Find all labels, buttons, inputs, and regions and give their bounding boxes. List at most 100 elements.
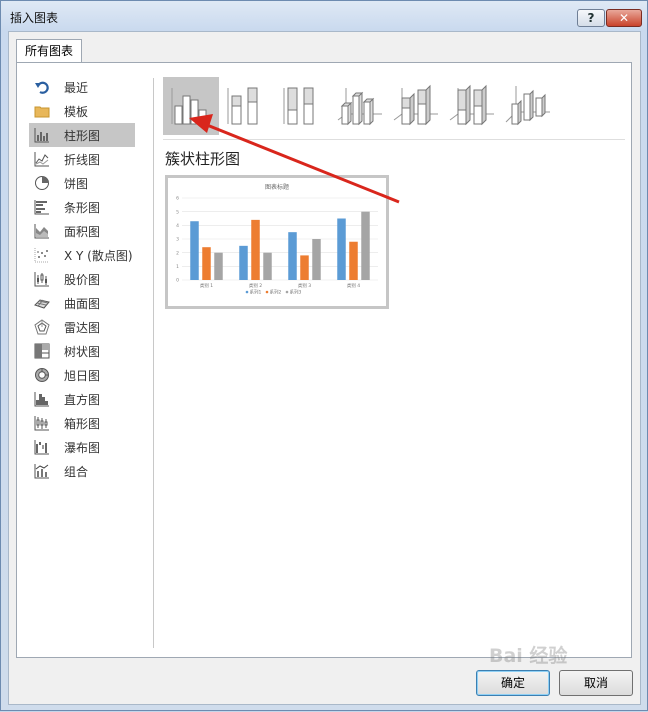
sidebar-item-label: 旭日图	[64, 368, 101, 383]
3d-column-icon	[505, 86, 550, 126]
column-chart-icon	[34, 127, 50, 143]
sidebar-item-label: 组合	[64, 464, 89, 479]
sidebar-item-label: 雷达图	[64, 320, 101, 335]
line-chart-icon	[34, 151, 50, 167]
bar	[190, 221, 199, 280]
close-button[interactable]: ✕	[606, 9, 642, 27]
insert-chart-dialog: 插入图表 ? ✕ 所有图表 最近模板柱形图折线图饼图条形图面积图 X Y (散点图…	[0, 0, 648, 711]
selected-chart-name: 簇状柱形图	[165, 150, 241, 168]
sidebar-item-box-whisker-chart[interactable]: 箱形图	[29, 411, 135, 435]
tab-all-charts[interactable]: 所有图表	[16, 39, 82, 63]
subtype-clustered-column[interactable]	[163, 77, 219, 135]
chart-title: 图表标题	[265, 183, 289, 191]
title-bar: 插入图表 ? ✕	[1, 1, 647, 31]
legend-label: 系列3	[290, 289, 302, 296]
y-tick-label: 5	[176, 209, 179, 215]
sidebar-item-folder[interactable]: 模板	[29, 99, 135, 123]
sidebar-item-area-chart[interactable]: 面积图	[29, 219, 135, 243]
bar	[312, 239, 321, 280]
sidebar-item-treemap-chart[interactable]: 树状图	[29, 339, 135, 363]
sidebar-item-sunburst-chart[interactable]: 旭日图	[29, 363, 135, 387]
bar	[263, 252, 272, 280]
stock-chart-icon	[34, 271, 50, 287]
treemap-chart-icon	[34, 343, 50, 359]
y-tick-label: 2	[176, 250, 179, 256]
sidebar-item-label: X Y (散点图)	[64, 248, 133, 263]
waterfall-chart-icon	[34, 439, 50, 455]
subtype-3d-100-stacked-column[interactable]	[443, 77, 499, 135]
folder-icon	[34, 103, 50, 119]
sidebar-item-surface-chart[interactable]: 曲面图	[29, 291, 135, 315]
clustered-column-icon	[171, 88, 207, 125]
legend-label: 系列2	[270, 289, 282, 296]
sidebar-item-pie-chart[interactable]: 饼图	[29, 171, 135, 195]
sidebar-item-label: 饼图	[64, 176, 89, 191]
y-tick-label: 1	[176, 264, 179, 270]
x-tick-label: 类别 4	[347, 282, 360, 289]
sidebar-item-label: 最近	[64, 80, 89, 95]
y-tick-label: 6	[176, 196, 179, 202]
x-tick-label: 类别 3	[298, 282, 311, 289]
sunburst-chart-icon	[34, 367, 50, 383]
chart-preview[interactable]: 图表标题 0 1 2 3 4 5 6 类别 1 类别 2 类别 3 类别 4 系列1 系列2 系列3	[165, 175, 389, 309]
3d-clustered-column-icon	[337, 88, 382, 126]
subtype-3d-column[interactable]	[499, 77, 555, 135]
subtype-3d-clustered-column[interactable]	[331, 77, 387, 135]
cancel-button[interactable]: 取消	[559, 670, 633, 696]
bar	[288, 232, 297, 280]
bar	[349, 241, 358, 280]
dialog-client-area: 所有图表 最近模板柱形图折线图饼图条形图面积图 X Y (散点图) 股价图曲面图雷达…	[8, 31, 641, 705]
undo-arrow-icon	[34, 79, 50, 95]
box-whisker-chart-icon	[34, 415, 50, 431]
sidebar-item-label: 柱形图	[64, 128, 101, 143]
subtype-stacked-column[interactable]	[219, 77, 275, 135]
legend-marker	[265, 290, 269, 294]
chart-preview-svg: 图表标题 0 1 2 3 4 5 6 类别 1 类别 2 类别 3 类别 4 系列1 系列2 系列3	[176, 183, 378, 296]
dialog-title: 插入图表	[10, 11, 59, 25]
sidebar-item-radar-chart[interactable]: 雷达图	[29, 315, 135, 339]
bar	[202, 247, 211, 280]
horizontal-divider	[163, 139, 625, 140]
chart-category-list: 最近模板柱形图折线图饼图条形图面积图 X Y (散点图) 股价图曲面图雷达图树状图旭…	[29, 75, 141, 483]
sidebar-item-scatter-chart[interactable]: X Y (散点图)	[29, 243, 135, 267]
legend-marker	[245, 290, 249, 294]
y-tick-label: 0	[176, 278, 179, 284]
sidebar-item-label: 股价图	[64, 272, 101, 287]
100-stacked-column-icon	[283, 87, 314, 125]
bar	[239, 245, 248, 280]
sidebar-item-label: 面积图	[64, 224, 101, 239]
legend-marker	[285, 290, 289, 294]
sidebar-item-undo-arrow[interactable]: 最近	[29, 75, 135, 99]
sidebar-item-histogram-chart[interactable]: 直方图	[29, 387, 135, 411]
y-tick-label: 3	[176, 237, 179, 243]
area-chart-icon	[34, 223, 50, 239]
bar	[361, 211, 370, 280]
bar	[300, 255, 309, 280]
radar-chart-icon	[34, 319, 50, 335]
histogram-chart-icon	[34, 391, 50, 407]
help-button[interactable]: ?	[577, 9, 605, 27]
bar	[337, 218, 346, 280]
surface-chart-icon	[34, 295, 50, 311]
sidebar-item-column-chart[interactable]: 柱形图	[29, 123, 135, 147]
x-tick-label: 类别 1	[200, 282, 213, 289]
ok-button[interactable]: 确定	[476, 670, 550, 696]
bar-chart-icon	[34, 199, 50, 215]
pie-chart-icon	[34, 175, 50, 191]
tab-panel: 最近模板柱形图折线图饼图条形图面积图 X Y (散点图) 股价图曲面图雷达图树状图旭…	[16, 62, 632, 658]
vertical-divider	[153, 78, 154, 648]
sidebar-item-combo-chart[interactable]: 组合	[29, 459, 135, 483]
sidebar-item-waterfall-chart[interactable]: 瀑布图	[29, 435, 135, 459]
sidebar-item-stock-chart[interactable]: 股价图	[29, 267, 135, 291]
sidebar-item-line-chart[interactable]: 折线图	[29, 147, 135, 171]
sidebar-item-label: 直方图	[64, 392, 101, 407]
bar	[214, 252, 223, 280]
combo-chart-icon	[34, 463, 50, 479]
3d-stacked-column-icon	[393, 84, 438, 126]
subtype-100-stacked-column[interactable]	[275, 77, 331, 135]
sidebar-item-bar-chart[interactable]: 条形图	[29, 195, 135, 219]
stacked-column-icon	[227, 87, 258, 125]
bar	[251, 219, 260, 280]
subtype-3d-stacked-column[interactable]	[387, 77, 443, 135]
sidebar-item-label: 瀑布图	[64, 440, 101, 455]
